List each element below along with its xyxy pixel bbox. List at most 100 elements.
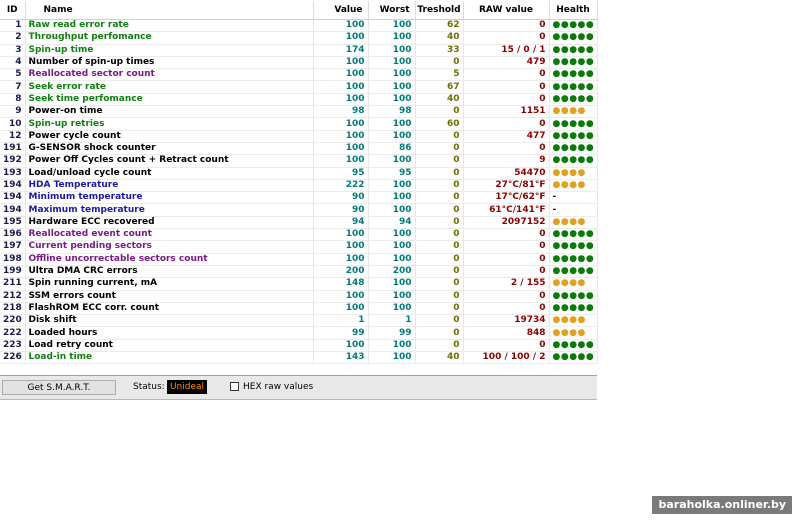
attribute-health: ●●●●	[549, 314, 598, 328]
table-row[interactable]: 195 Hardware ECC recovered 94 94 0 2097152 ●●●…	[0, 216, 598, 230]
table-row[interactable]: 4 Number of spin-up times 100 100 0 479 ●●●●●	[0, 56, 598, 70]
attribute-health: ●●●●●	[549, 56, 598, 70]
attribute-name: Load/unload cycle count	[25, 167, 314, 180]
attribute-value: 90	[313, 191, 369, 205]
attribute-value: 100	[313, 130, 369, 143]
column-header-name[interactable]: Name	[25, 1, 314, 20]
table-row[interactable]: 220 Disk shift 1 1 0 19734 ●●●●	[0, 314, 598, 328]
attribute-raw-value: 61°C/141°F	[463, 203, 550, 217]
attribute-treshold: 0	[415, 265, 464, 279]
attribute-value: 100	[313, 117, 369, 131]
attribute-name: Load-in time	[25, 351, 314, 365]
table-row[interactable]: 10 Spin-up retries 100 100 60 0 ●●●●●	[0, 117, 598, 131]
get-smart-button[interactable]: Get S.M.A.R.T.	[2, 380, 116, 395]
table-row[interactable]: 3 Spin-up time 174 100 33 15 / 0 / 1 ●●●●●	[0, 44, 598, 57]
attribute-health: ●●●●●	[549, 68, 598, 82]
attribute-worst: 100	[368, 191, 416, 205]
attribute-health: ●●●●●	[549, 31, 598, 45]
attribute-worst: 94	[368, 216, 416, 230]
table-row[interactable]: 218 FlashROM ECC corr. count 100 100 0 0 ●●●●●	[0, 302, 598, 316]
table-row[interactable]: 1 Raw read error rate 100 100 62 0 ●●●●●	[0, 19, 598, 33]
table-row[interactable]: 8 Seek time perfomance 100 100 40 0 ●●●●●	[0, 93, 598, 107]
attribute-raw-value: 479	[463, 56, 550, 70]
watermark-label: baraholka.onliner.by	[652, 496, 792, 514]
attribute-raw-value: 0	[463, 240, 550, 254]
attribute-value: 100	[313, 68, 369, 82]
table-row[interactable]: 223 Load retry count 100 100 0 0 ●●●●●	[0, 339, 598, 353]
attribute-name: Power-on time	[25, 105, 314, 119]
attribute-value: 174	[313, 44, 369, 57]
attribute-worst: 100	[368, 80, 416, 94]
column-header-raw[interactable]: RAW value	[463, 1, 550, 20]
attribute-value: 100	[313, 339, 369, 353]
attribute-worst: 100	[368, 93, 416, 107]
attribute-health: ●●●●	[549, 105, 598, 119]
attribute-worst: 100	[368, 154, 416, 168]
attribute-id: 12	[0, 130, 26, 143]
attribute-id: 220	[0, 314, 26, 328]
table-row[interactable]: 192 Power Off Cycles count + Retract coun…	[0, 154, 598, 168]
table-row[interactable]: 194 Maximum temperature 90 100 0 61°C/141°F -	[0, 203, 598, 217]
attribute-health: ●●●●●	[549, 117, 598, 131]
column-header-value[interactable]: Value	[313, 1, 369, 20]
table-row[interactable]: 9 Power-on time 98 98 0 1151 ●●●●	[0, 105, 598, 119]
table-row[interactable]: 226 Load-in time 143 100 40 100 / 100 / 2 ●●●●…	[0, 351, 598, 365]
table-row[interactable]: 193 Load/unload cycle count 95 95 0 54470 ●●●●	[0, 167, 598, 180]
table-row[interactable]: 191 G-SENSOR shock counter 100 86 0 0 ●●●●●	[0, 142, 598, 156]
table-row[interactable]: 212 SSM errors count 100 100 0 0 ●●●●●	[0, 290, 598, 303]
attribute-treshold: 0	[415, 154, 464, 168]
attribute-health: ●●●●●	[549, 302, 598, 316]
attribute-worst: 100	[368, 31, 416, 45]
attribute-worst: 100	[368, 179, 416, 193]
attribute-value: 100	[313, 228, 369, 242]
table-row[interactable]: 194 HDA Temperature 222 100 0 27°C/81°F ●●●●	[0, 179, 598, 193]
attribute-value: 90	[313, 203, 369, 217]
attribute-id: 2	[0, 31, 26, 45]
smart-panel: ID Name Value Worst Treshold RAW value H…	[0, 0, 598, 400]
attribute-value: 99	[313, 326, 369, 340]
attribute-value: 100	[313, 154, 369, 168]
attribute-raw-value: 0	[463, 68, 550, 82]
attribute-health: ●●●●●	[549, 19, 598, 33]
table-row[interactable]: 5 Reallocated sector count 100 100 5 0 ●●●●●	[0, 68, 598, 82]
attribute-worst: 100	[368, 302, 416, 316]
attribute-name: Raw read error rate	[25, 19, 314, 33]
attribute-name: Throughput perfomance	[25, 31, 314, 45]
table-row[interactable]: 12 Power cycle count 100 100 0 477 ●●●●●	[0, 130, 598, 143]
smart-attributes-table: ID Name Value Worst Treshold RAW value H…	[0, 1, 598, 365]
attribute-treshold: 0	[415, 142, 464, 156]
column-header-id[interactable]: ID	[0, 1, 26, 20]
table-row[interactable]: 197 Current pending sectors 100 100 0 0 ●●●●●	[0, 240, 598, 254]
attribute-treshold: 40	[415, 93, 464, 107]
table-row[interactable]: 199 Ultra DMA CRC errors 200 200 0 0 ●●●●●	[0, 265, 598, 279]
attribute-name: Power Off Cycles count + Retract count	[25, 154, 314, 168]
table-row[interactable]: 2 Throughput perfomance 100 100 40 0 ●●●●●	[0, 31, 598, 45]
attribute-health: ●●●●	[549, 216, 598, 230]
hex-raw-values-checkbox[interactable]	[230, 382, 239, 391]
attribute-name: Spin-up time	[25, 44, 314, 57]
attribute-name: Power cycle count	[25, 130, 314, 143]
table-row[interactable]: 194 Minimum temperature 90 100 0 17°C/62°F -	[0, 191, 598, 205]
attribute-id: 191	[0, 142, 26, 156]
table-body: 1 Raw read error rate 100 100 62 0 ●●●●● 2 Throu…	[0, 19, 598, 365]
column-header-worst[interactable]: Worst	[368, 1, 416, 20]
attribute-treshold: 0	[415, 339, 464, 353]
attribute-treshold: 33	[415, 44, 464, 57]
table-row[interactable]: 222 Loaded hours 99 99 0 848 ●●●●	[0, 326, 598, 340]
attribute-name: Reallocated sector count	[25, 68, 314, 82]
hex-raw-values-label[interactable]: HEX raw values	[243, 382, 313, 392]
attribute-worst: 100	[368, 339, 416, 353]
table-row[interactable]: 198 Offline uncorrectable sectors count 10…	[0, 253, 598, 266]
table-row[interactable]: 196 Reallocated event count 100 100 0 0 ●●●●●	[0, 228, 598, 242]
attribute-health: ●●●●●	[549, 240, 598, 254]
attribute-id: 218	[0, 302, 26, 316]
attribute-treshold: 62	[415, 19, 464, 33]
attribute-worst: 95	[368, 167, 416, 180]
column-header-treshold[interactable]: Treshold	[415, 1, 464, 20]
attribute-worst: 100	[368, 56, 416, 70]
attribute-value: 148	[313, 277, 369, 291]
column-header-health[interactable]: Health	[549, 1, 598, 20]
table-row[interactable]: 7 Seek error rate 100 100 67 0 ●●●●●	[0, 80, 598, 94]
attribute-raw-value: 1151	[463, 105, 550, 119]
table-row[interactable]: 211 Spin running current, mA 148 100 0 2 / 15…	[0, 277, 598, 291]
